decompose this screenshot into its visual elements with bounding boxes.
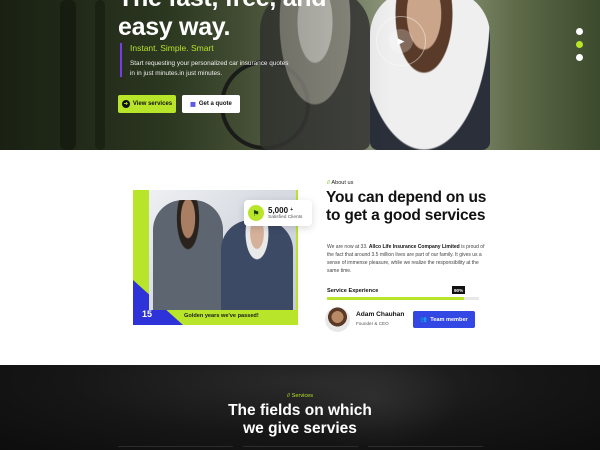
get-quote-label: Get a quote	[198, 101, 232, 107]
services-title-line-2: we give servies	[243, 420, 357, 437]
play-icon[interactable]: ▶	[389, 29, 413, 53]
hero-title-line-1: The fast, free, and	[118, 0, 327, 13]
services-title-line-1: The fields on which	[228, 402, 372, 419]
team-member-label: Team member	[430, 316, 468, 323]
years-value: 15	[142, 309, 153, 319]
founder-name: Adam Chauhan	[356, 311, 405, 318]
arrow-right-icon: ➜	[121, 100, 130, 108]
get-quote-button[interactable]: ▦ Get a quote	[182, 95, 240, 113]
skill-label: Service Experience	[327, 288, 379, 294]
about-title: You can depend on us to get a good servi…	[326, 189, 487, 224]
slider-dot-active[interactable]	[576, 41, 583, 48]
hero-banner: The fast, free, and easy way. Instant. S…	[0, 0, 600, 150]
people-icon: ⚑	[248, 205, 264, 221]
calculator-icon: ▦	[190, 101, 196, 108]
skill-progress-track	[327, 297, 479, 300]
about-kicker: // About us	[327, 180, 354, 186]
skill-percent-badge: 90%	[452, 286, 466, 294]
founder-role: Founder & CEO	[356, 321, 389, 326]
stat-label: Satisfied Clients	[268, 215, 303, 220]
team-member-button[interactable]: 👥 Team member	[413, 311, 475, 328]
view-services-button[interactable]: ➜ View services	[118, 95, 176, 113]
satisfied-clients-card: ⚑ 5,000 + Satisfied Clients	[244, 200, 312, 226]
slider-dots	[576, 28, 583, 61]
services-title: The fields on which we give servies	[0, 402, 600, 438]
services-section: // Services The fields on which we give …	[0, 365, 600, 450]
avatar	[325, 307, 350, 332]
hero-title-line-2: easy way.	[118, 13, 231, 41]
photo-person-client	[221, 220, 293, 310]
services-kicker: // Services	[286, 393, 314, 399]
photo-person-advisor	[153, 200, 223, 310]
hero-accent-bar	[120, 43, 122, 77]
service-card-edge	[118, 446, 233, 447]
hero-title: The fast, free, and easy way.	[118, 0, 327, 42]
hero-description: Start requesting your personalized car i…	[130, 60, 289, 77]
years-label: Golden years we've passed!	[184, 313, 259, 319]
slider-dot[interactable]	[576, 54, 583, 61]
team-icon: 👥	[420, 316, 428, 323]
slider-dot[interactable]	[576, 28, 583, 35]
stat-value: 5,000 +	[268, 206, 294, 215]
service-card-edge	[243, 446, 358, 447]
about-description: We are now at 33. Allco Life Insurance C…	[327, 244, 485, 274]
view-services-label: View services	[132, 101, 173, 107]
service-card-edge	[368, 446, 483, 447]
skill-progress-fill	[327, 297, 464, 300]
hero-tagline: Instant. Simple. Smart	[130, 43, 214, 53]
